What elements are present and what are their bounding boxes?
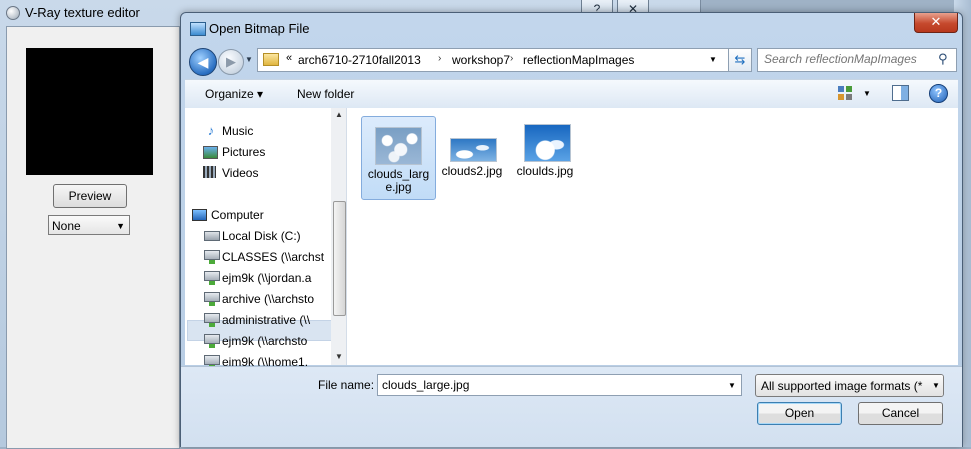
open-button[interactable]: Open [757,402,842,425]
nav-item-network-drive[interactable]: ejm9k (\\jordan.a [203,269,343,289]
file-name-line: e.jpg [385,180,412,194]
file-item-cloulds[interactable]: cloulds.jpg [509,120,581,180]
search-input[interactable] [764,52,929,66]
nav-item-label: administrative (\\ [222,313,311,327]
scroll-up-icon[interactable]: ▲ [335,110,343,119]
dialog-title: Open Bitmap File [209,21,310,36]
nav-item-label: archive (\\archsto [222,292,315,306]
address-overflow-chevron[interactable]: « [286,52,292,64]
network-drive-icon [204,292,220,306]
pictures-icon [203,146,218,159]
breadcrumb-reflectionmapimages[interactable]: reflectionMapImages [523,53,634,67]
videos-icon [203,166,216,178]
dialog-app-icon [190,22,206,36]
breadcrumb-separator[interactable]: › [510,53,513,64]
search-box[interactable]: ⚲ [757,48,957,72]
nav-item-music[interactable]: ♪ Music [203,122,343,142]
new-folder-button[interactable]: New folder [297,87,354,101]
file-list-area: clouds_larg e.jpg clouds2.jpg cloulds.jp… [347,108,958,365]
file-type-value: All supported image formats (* [761,379,923,393]
nav-item-computer[interactable]: Computer [192,206,332,226]
file-name-label: clouds2.jpg [441,164,503,178]
dialog-footer: File name: ▼ All supported image formats… [181,366,962,447]
image-thumbnail [375,127,422,165]
chevron-down-icon[interactable]: ▼ [728,381,736,390]
nav-item-network-drive[interactable]: ejm9k (\\archsto [203,332,343,352]
refresh-icon: ⇆ [734,52,746,67]
close-button[interactable]: ✕ [914,13,958,33]
scrollbar-thumb[interactable] [333,201,346,316]
nav-item-pictures[interactable]: Pictures [203,143,343,163]
app-icon [6,6,20,20]
file-item-clouds2[interactable]: clouds2.jpg [440,134,504,184]
navigation-pane: ♪ Music Pictures Videos Computer Local D… [185,108,347,369]
search-icon[interactable]: ⚲ [938,51,948,67]
nav-item-label: ejm9k (\\archsto [222,334,308,348]
vray-preview-panel: Preview None ▼ [6,26,180,449]
file-item-clouds-large[interactable]: clouds_larg e.jpg [361,116,436,200]
image-thumbnail [450,138,497,162]
nav-item-label: Computer [211,208,264,222]
views-dropdown-icon[interactable]: ▼ [863,89,871,98]
open-bitmap-file-dialog: Open Bitmap File ✕ ◀ ▶ ▼ « arch6710-2710… [180,12,963,447]
breadcrumb-separator[interactable]: › [438,53,441,64]
file-name-label: clouds_larg e.jpg [362,168,435,194]
help-icon[interactable]: ? [929,84,948,103]
image-thumbnail [524,124,571,162]
mapping-select-value: None [52,219,81,233]
file-name-input[interactable] [382,378,712,392]
folder-icon [263,53,279,66]
nav-item-label: CLASSES (\\archst [222,250,325,264]
network-drive-icon [204,355,220,369]
file-name-label: cloulds.jpg [516,164,574,178]
nav-item-network-drive[interactable]: archive (\\archsto [203,290,343,310]
scroll-down-icon[interactable]: ▼ [335,352,343,361]
chevron-down-icon: ▼ [929,375,943,396]
mapping-select[interactable]: None ▼ [48,215,130,235]
nav-item-videos[interactable]: Videos [203,164,343,184]
arrow-right-icon: ▶ [226,54,236,69]
navigation-scrollbar[interactable]: ▲ ▼ [331,108,346,365]
nav-item-network-drive[interactable]: administrative (\\ [203,311,343,331]
nav-item-local-disk[interactable]: Local Disk (C:) [203,227,343,247]
nav-item-label: ejm9k (\\jordan.a [222,271,312,285]
address-bar[interactable]: « arch6710-2710fall2013 › workshop7 › re… [257,48,729,72]
arrow-left-icon: ◀ [197,54,209,70]
file-name-line: clouds_larg [367,167,430,181]
forward-button[interactable]: ▶ [218,49,244,75]
vray-window-title: V-Ray texture editor [25,5,140,20]
cancel-button[interactable]: Cancel [858,402,943,425]
breadcrumb-arch6710[interactable]: arch6710-2710fall2013 [298,53,421,67]
network-drive-icon [204,271,220,285]
file-name-label: File name: [318,378,375,392]
change-view-icon[interactable] [838,86,852,100]
file-name-combobox[interactable]: ▼ [377,374,742,396]
network-drive-icon [204,250,220,264]
organize-button[interactable]: Organize ▾ [205,87,263,101]
nav-item-label: Pictures [222,145,266,159]
file-type-select[interactable]: All supported image formats (* ▼ [755,374,944,397]
nav-item-label: Videos [222,166,259,180]
back-button[interactable]: ◀ [189,48,217,76]
chevron-down-icon: ▼ [116,221,125,231]
command-toolbar: Organize ▾ New folder ▼ ? [185,79,958,109]
preview-pane-icon[interactable] [892,85,909,101]
address-dropdown-icon[interactable]: ▼ [709,55,717,64]
network-drive-icon [204,334,220,348]
preview-button[interactable]: Preview [53,184,127,208]
breadcrumb-workshop7[interactable]: workshop7 [452,53,510,67]
network-drive-icon [204,313,220,327]
recent-locations-dropdown[interactable]: ▼ [245,55,253,64]
music-icon: ♪ [207,123,215,138]
nav-item-label: Music [222,124,254,138]
refresh-button[interactable]: ⇆ [728,48,752,72]
nav-item-network-drive[interactable]: CLASSES (\\archst [203,248,343,268]
computer-icon [192,209,207,221]
texture-preview-swatch [26,48,153,175]
nav-item-label: Local Disk (C:) [222,229,301,243]
local-disk-icon [204,231,220,241]
